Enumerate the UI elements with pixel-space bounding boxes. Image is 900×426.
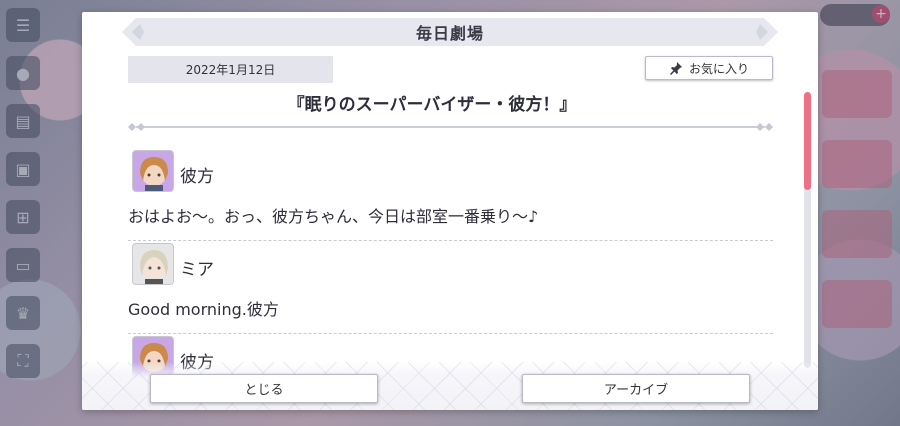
episode-date: 2022年1月12日 [128,56,333,83]
dialog-footer: とじる アーカイブ [82,362,818,410]
mia-avatar [132,243,174,285]
title-divider [128,123,773,131]
speech-text: Good morning.彼方 [128,300,279,319]
speaker-name: 彼方 [180,167,214,187]
dialogue-line: 彼方 おはよお〜。おっ、彼方ちゃん、今日は部室一番乗り〜♪ [128,148,773,241]
archive-button[interactable]: アーカイブ [522,374,750,403]
scroll-thumb[interactable] [804,92,811,190]
pin-icon [669,61,683,75]
favorite-label: お気に入り [688,61,749,76]
speaker-name: ミア [180,260,214,280]
speech-text: おはよお〜。おっ、彼方ちゃん、今日は部室一番乗り〜♪ [128,207,539,226]
close-button[interactable]: とじる [150,374,378,403]
episode-title: 『眠りのスーパーバイザー・彼方！』 [287,95,577,115]
daily-theater-dialog: 毎日劇場 2022年1月12日 お気に入り 『眠りのスーパーバイザー・彼方！』 [82,12,818,410]
dialog-scrollbar[interactable] [804,92,811,368]
dialog-title-bar: 毎日劇場 [122,18,778,46]
favorite-button[interactable]: お気に入り [645,56,773,80]
dialog-title: 毎日劇場 [415,24,484,43]
kanata-avatar [132,150,174,192]
dialogue-line: ミア Good morning.彼方 [128,241,773,334]
